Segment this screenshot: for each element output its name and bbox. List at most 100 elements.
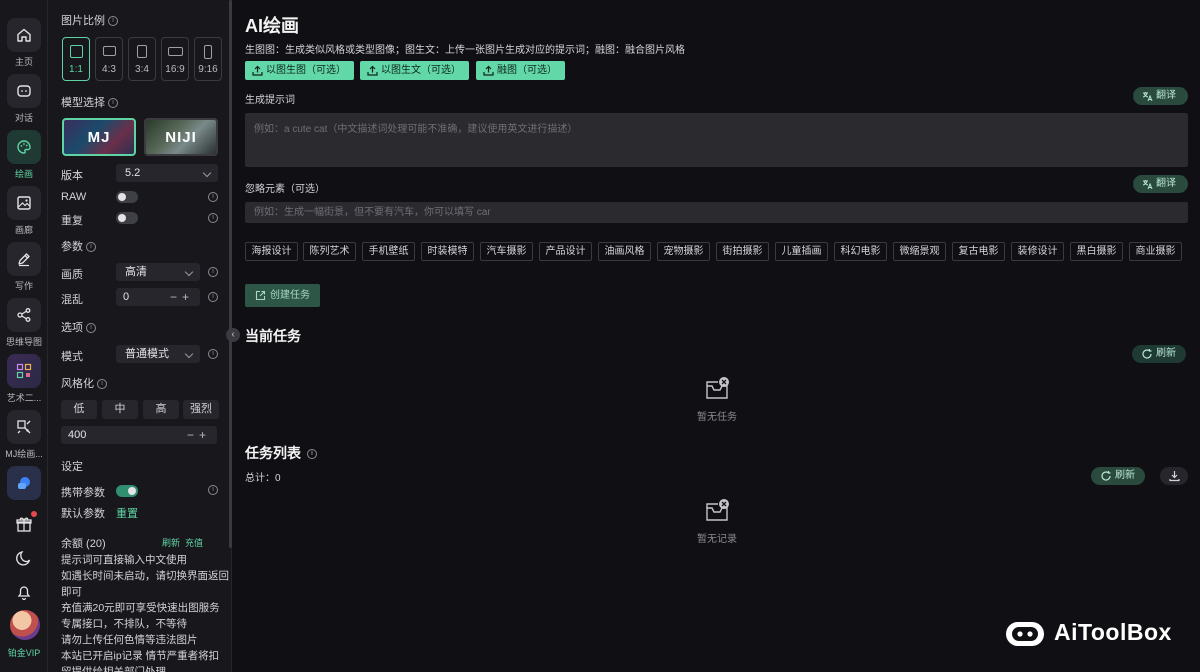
translate-icon	[1142, 92, 1153, 102]
negative-input[interactable]: 例如：生成一幅街景，但不要有汽车，你可以填写 car	[245, 202, 1188, 223]
version-select[interactable]: 5.2	[116, 164, 218, 182]
download-button[interactable]	[1160, 467, 1188, 485]
app: 主页 对话 绘画 画廊 写作 思维导图 艺术二... MJ绘画... 铂金VIP…	[0, 0, 1200, 672]
ratio-shape-icon	[102, 46, 116, 56]
chaos-stepper[interactable]: 0 −+	[116, 288, 200, 306]
info-icon[interactable]: i	[208, 192, 218, 202]
tip-item: 提示词可直接输入中文使用	[61, 554, 187, 566]
style-tag[interactable]: 油画风格	[598, 242, 651, 261]
gift-icon[interactable]	[14, 511, 37, 534]
carry-toggle[interactable]	[116, 485, 138, 497]
info-icon[interactable]: i	[208, 349, 218, 359]
style-tag[interactable]: 复古电影	[952, 242, 1005, 261]
options-title: 选项 i	[61, 319, 96, 335]
quality-select[interactable]: 高清	[116, 263, 200, 281]
settings-title: 设定	[61, 461, 83, 473]
style-tag[interactable]: 陈列艺术	[303, 242, 356, 261]
repeat-label: 重复	[61, 215, 83, 227]
vip-badge: 铂金VIP	[7, 648, 41, 658]
style-tag[interactable]: 商业摄影	[1129, 242, 1182, 261]
stylize-stepper[interactable]: 400 −+	[61, 426, 217, 444]
info-icon[interactable]: i	[86, 323, 96, 334]
upload-img2img-button[interactable]: 以图生图（可选）	[245, 61, 354, 80]
version-label: 版本	[61, 170, 83, 182]
upload-icon	[483, 65, 494, 76]
rail-label: 写作	[14, 281, 33, 291]
style-tag[interactable]: 科幻电影	[834, 242, 887, 261]
ratio-16-9[interactable]: 16:9	[161, 37, 189, 81]
empty-records: 暂无记录	[667, 498, 767, 545]
info-icon[interactable]: i	[86, 242, 96, 253]
rail-label: 主页	[14, 57, 33, 67]
params-title: 参数 i	[61, 238, 96, 254]
info-icon[interactable]: i	[208, 485, 218, 495]
info-icon[interactable]: i	[208, 213, 218, 223]
moon-icon[interactable]	[14, 548, 34, 568]
page-description: 生图图：生成类似风格或类型图像；图生文：上传一张图片生成对应的提示词；融图：融合…	[245, 45, 685, 56]
style-tag[interactable]: 装修设计	[1011, 242, 1064, 261]
bell-icon[interactable]	[14, 582, 34, 602]
stylize-high[interactable]: 高	[143, 400, 179, 419]
style-tag[interactable]: 宠物摄影	[657, 242, 710, 261]
rail-item-draw[interactable]: 绘画	[0, 130, 48, 180]
info-icon[interactable]: i	[208, 267, 218, 277]
rail-item-mj-draw[interactable]: MJ绘画...	[0, 410, 48, 460]
model-niji[interactable]: NIJI	[144, 118, 218, 156]
style-tag[interactable]: 海报设计	[245, 242, 298, 261]
refresh-current-button[interactable]: 刷新	[1132, 345, 1186, 363]
upload-blend-button[interactable]: 融图（可选）	[476, 61, 565, 80]
stepper-controls-icon[interactable]: −+	[187, 426, 211, 444]
refresh-list-button[interactable]: 刷新	[1091, 467, 1145, 485]
style-tag[interactable]: 街拍摄影	[716, 242, 769, 261]
prompt-textarea[interactable]: 例如：a cute cat（中文描述词处理可能不准确，建议使用英文进行描述）	[245, 113, 1188, 167]
rail-item-art-qr[interactable]: 艺术二...	[0, 354, 48, 404]
repeat-toggle[interactable]	[116, 212, 138, 224]
info-icon[interactable]: i	[108, 98, 118, 109]
info-icon[interactable]: i	[97, 379, 107, 390]
stylize-mid[interactable]: 中	[102, 400, 138, 419]
rail-item-write[interactable]: 写作	[0, 242, 48, 292]
create-task-button[interactable]: 创建任务	[245, 284, 320, 307]
ratio-4-3[interactable]: 4:3	[95, 37, 123, 81]
info-icon[interactable]: i	[307, 449, 317, 460]
style-tag[interactable]: 时装模特	[421, 242, 474, 261]
rail-label: 艺术二...	[6, 393, 42, 403]
model-mj[interactable]: MJ	[62, 118, 136, 156]
rail-item-home[interactable]: 主页	[0, 18, 48, 68]
raw-toggle[interactable]	[116, 191, 138, 203]
reset-link[interactable]: 重置	[116, 505, 138, 521]
translate-button[interactable]: 翻译	[1133, 87, 1188, 105]
style-tag[interactable]: 儿童插画	[775, 242, 828, 261]
rail-item-app[interactable]	[0, 466, 48, 500]
style-tag[interactable]: 汽车摄影	[480, 242, 533, 261]
rail-label: 思维导图	[5, 337, 42, 347]
ratio-9-16[interactable]: 9:16	[194, 37, 222, 81]
avatar[interactable]	[10, 610, 40, 640]
style-tag[interactable]: 微缩景观	[893, 242, 946, 261]
translate-button[interactable]: 翻译	[1133, 175, 1188, 193]
empty-inbox-icon	[706, 377, 729, 399]
stylize-strong[interactable]: 强烈	[183, 400, 219, 419]
panel-scrollbar[interactable]	[229, 0, 232, 548]
stylize-low[interactable]: 低	[61, 400, 97, 419]
rail-label: 画廊	[14, 225, 33, 235]
rail-item-gallery[interactable]: 画廊	[0, 186, 48, 236]
refresh-link[interactable]: 刷新	[162, 538, 180, 548]
empty-inbox-icon	[706, 499, 729, 521]
info-icon[interactable]: i	[108, 16, 118, 27]
rail-item-mindmap[interactable]: 思维导图	[0, 298, 48, 348]
ratio-1-1[interactable]: 1:1	[62, 37, 90, 81]
recharge-link[interactable]: 充值	[185, 538, 203, 548]
upload-img2text-button[interactable]: 以图生文（可选）	[360, 61, 469, 80]
mode-select[interactable]: 普通模式	[116, 345, 200, 363]
tips-list: 提示词可直接输入中文使用 如遇长时间未启动，请切换界面返回即可 充值满20元即可…	[61, 552, 229, 672]
style-tag[interactable]: 产品设计	[539, 242, 592, 261]
nav-rail: 主页 对话 绘画 画廊 写作 思维导图 艺术二... MJ绘画... 铂金VIP	[0, 0, 48, 672]
stepper-controls-icon[interactable]: −+	[170, 288, 194, 306]
info-icon[interactable]: i	[208, 292, 218, 302]
ratio-3-4[interactable]: 3:4	[128, 37, 156, 81]
style-tag[interactable]: 黑白摄影	[1070, 242, 1123, 261]
watermark-text: AiToolBox	[1054, 619, 1172, 645]
style-tag[interactable]: 手机壁纸	[362, 242, 415, 261]
rail-item-chat[interactable]: 对话	[0, 74, 48, 124]
